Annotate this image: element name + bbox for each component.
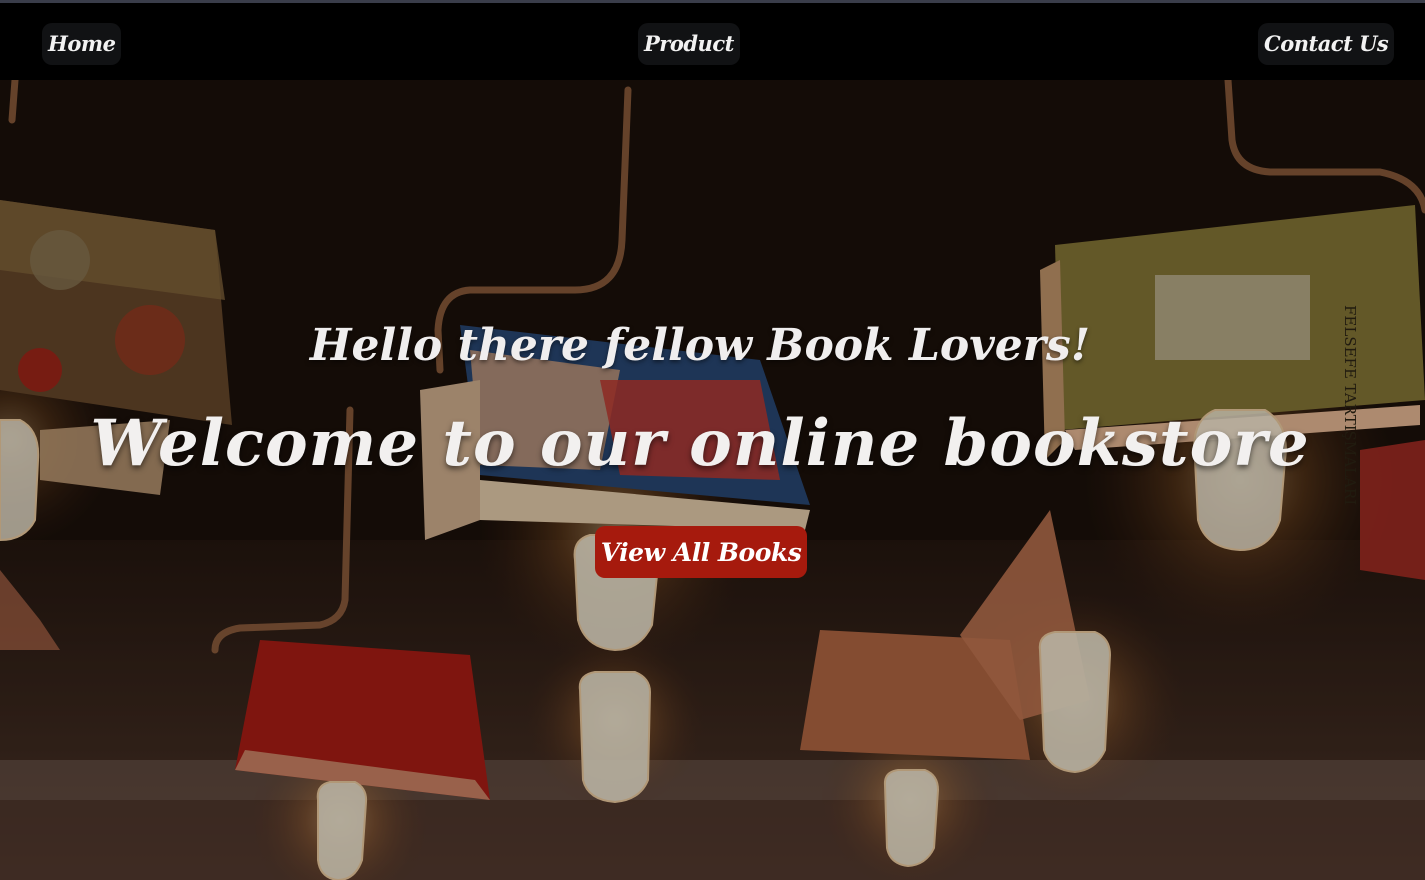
hero-section: FELSEFE TARTIŞMALARI Hello there fellow …: [0, 80, 1425, 880]
hero-greeting: Hello there fellow Book Lovers!: [309, 320, 1091, 371]
nav-link-contact[interactable]: Contact Us: [1258, 23, 1395, 65]
view-all-books-button[interactable]: View All Books: [595, 526, 807, 578]
nav-link-home[interactable]: Home: [42, 23, 122, 65]
nav-link-product[interactable]: Product: [638, 23, 740, 65]
hero-headline: Welcome to our online bookstore: [90, 406, 1310, 481]
navbar: Home Product Contact Us: [0, 3, 1425, 80]
